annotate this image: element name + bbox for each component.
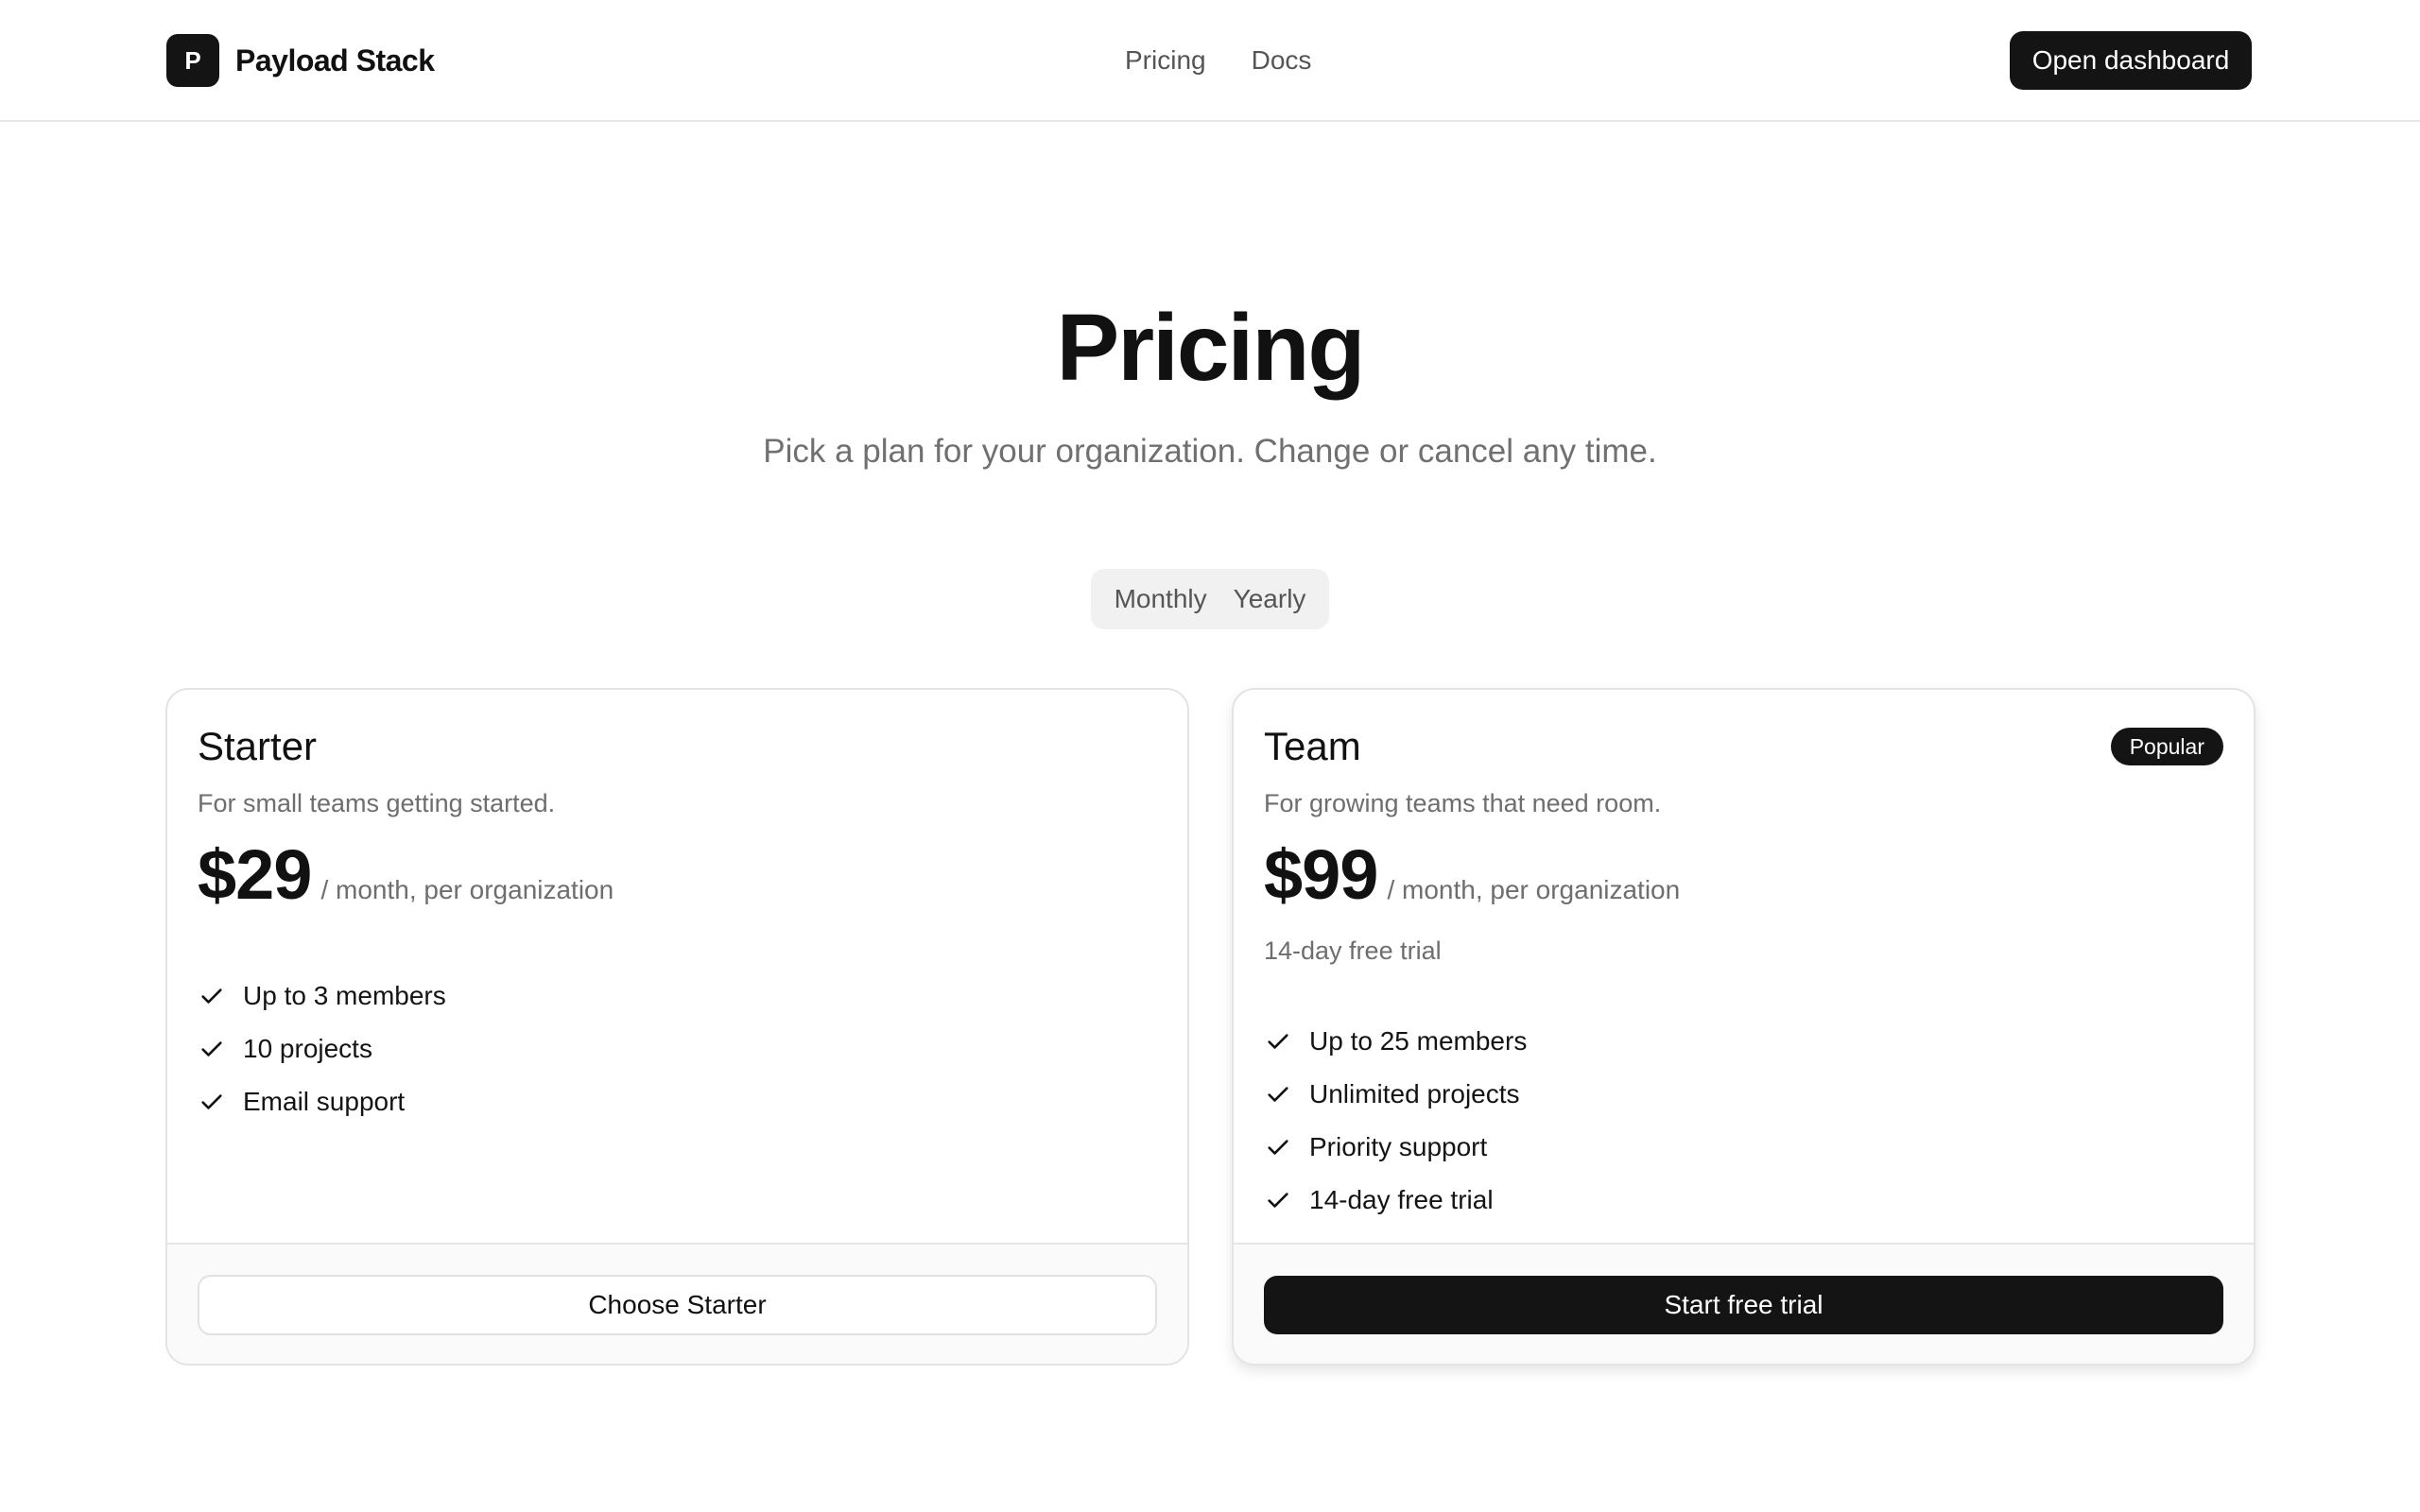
price-row: $29 / month, per organization <box>198 837 614 913</box>
feature-label: Priority support <box>1309 1132 1488 1161</box>
trial-note: 14-day free trial <box>1264 936 1442 965</box>
check-icon <box>198 982 226 1010</box>
plan-name: Starter <box>198 724 318 768</box>
feature-label: 10 projects <box>243 1034 372 1063</box>
plan-description: For growing teams that need room. <box>1264 789 1662 817</box>
feature-label: Up to 25 members <box>1309 1026 1528 1056</box>
plan-card-team: Team Popular For growing teams that need… <box>1232 688 2256 1366</box>
popular-badge: Popular <box>2110 728 2223 765</box>
feature-item: Priority support <box>1264 1121 1527 1174</box>
feature-item: Unlimited projects <box>1264 1068 1527 1121</box>
plan-price: $99 <box>1264 835 1378 914</box>
check-icon <box>1264 1027 1292 1056</box>
billing-option-monthly[interactable]: Monthly <box>1101 584 1220 614</box>
brand-logo: P <box>166 34 219 87</box>
open-dashboard-button[interactable]: Open dashboard <box>2010 31 2252 90</box>
plan-period: / month, per organization <box>320 875 614 904</box>
feature-item: 10 projects <box>198 1022 446 1075</box>
feature-item: Up to 3 members <box>198 970 446 1022</box>
check-icon <box>1264 1080 1292 1108</box>
feature-item: 14-day free trial <box>1264 1174 1527 1227</box>
start-free-trial-button[interactable]: Start free trial <box>1264 1276 2223 1334</box>
check-icon <box>198 1088 226 1116</box>
main-nav: Pricing Docs <box>1125 43 1311 77</box>
brand-name: Payload Stack <box>235 43 435 77</box>
check-icon <box>198 1035 226 1063</box>
check-icon <box>1264 1133 1292 1161</box>
billing-option-yearly[interactable]: Yearly <box>1220 584 1320 614</box>
page-title: Pricing <box>1056 295 1366 401</box>
feature-item: Up to 25 members <box>1264 1015 1527 1068</box>
feature-list: Up to 25 members Unlimited projects Prio… <box>1264 1015 1527 1227</box>
site-header: P Payload Stack Pricing Docs Open dashbo… <box>0 0 2420 122</box>
feature-list: Up to 3 members 10 projects Email suppor… <box>198 970 446 1128</box>
nav-link-pricing[interactable]: Pricing <box>1125 45 1206 76</box>
brand[interactable]: P Payload Stack <box>166 34 435 87</box>
plan-description: For small teams getting started. <box>198 789 556 817</box>
plan-period: / month, per organization <box>1387 875 1681 904</box>
choose-starter-button[interactable]: Choose Starter <box>198 1275 1157 1335</box>
billing-toggle: Monthly Yearly <box>1091 569 1329 629</box>
plan-name: Team <box>1264 724 1361 768</box>
plan-price: $29 <box>198 835 312 914</box>
feature-label: Email support <box>243 1087 406 1116</box>
plan-card-starter: Starter For small teams getting started.… <box>165 688 1189 1366</box>
page-subtitle: Pick a plan for your organization. Chang… <box>763 433 1657 470</box>
nav-link-docs[interactable]: Docs <box>1252 45 1312 76</box>
price-row: $99 / month, per organization <box>1264 837 1680 913</box>
feature-label: Unlimited projects <box>1309 1079 1520 1108</box>
feature-item: Email support <box>198 1075 446 1128</box>
check-icon <box>1264 1186 1292 1214</box>
feature-label: 14-day free trial <box>1309 1185 1494 1214</box>
feature-label: Up to 3 members <box>243 981 446 1010</box>
